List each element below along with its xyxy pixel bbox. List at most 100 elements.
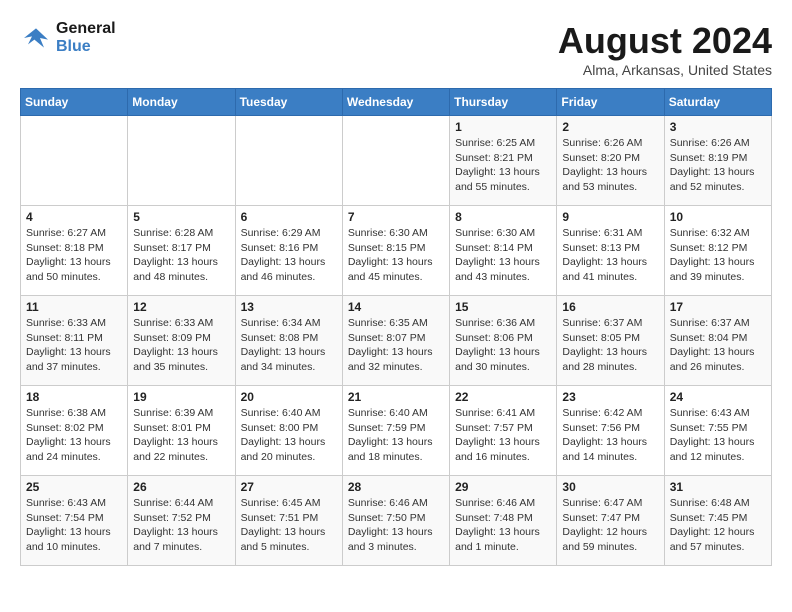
day-number: 17 [670, 300, 766, 314]
calendar-cell: 27 Sunrise: 6:45 AM Sunset: 7:51 PM Dayli… [235, 476, 342, 566]
day-info: Sunrise: 6:40 AM Sunset: 8:00 PM Dayligh… [241, 406, 337, 465]
day-info: Sunrise: 6:30 AM Sunset: 8:14 PM Dayligh… [455, 226, 551, 285]
logo-text: General Blue [56, 20, 116, 55]
calendar-cell: 11 Sunrise: 6:33 AM Sunset: 8:11 PM Dayli… [21, 296, 128, 386]
day-number: 4 [26, 210, 122, 224]
sub-title: Alma, Arkansas, United States [558, 62, 772, 78]
day-number: 9 [562, 210, 658, 224]
calendar-cell: 4Sunrise: 6:27 AM Sunset: 8:18 PM Daylig… [21, 206, 128, 296]
day-header-friday: Friday [557, 89, 664, 116]
main-title: August 2024 [558, 20, 772, 62]
day-number: 16 [562, 300, 658, 314]
day-number: 1 [455, 120, 551, 134]
day-info: Sunrise: 6:43 AM Sunset: 7:54 PM Dayligh… [26, 496, 122, 555]
day-info: Sunrise: 6:26 AM Sunset: 8:19 PM Dayligh… [670, 136, 766, 195]
calendar-cell: 22Sunrise: 6:41 AM Sunset: 7:57 PM Dayli… [450, 386, 557, 476]
day-number: 3 [670, 120, 766, 134]
day-info: Sunrise: 6:35 AM Sunset: 8:07 PM Dayligh… [348, 316, 444, 375]
day-info: Sunrise: 6:41 AM Sunset: 7:57 PM Dayligh… [455, 406, 551, 465]
day-number: 27 [241, 480, 337, 494]
calendar-cell: 10 Sunrise: 6:32 AM Sunset: 8:12 PM Dayli… [664, 206, 771, 296]
calendar-cell: 12Sunrise: 6:33 AM Sunset: 8:09 PM Dayli… [128, 296, 235, 386]
day-info: Sunrise: 6:46 AM Sunset: 7:48 PM Dayligh… [455, 496, 551, 555]
day-info: Sunrise: 6:37 AM Sunset: 8:04 PM Dayligh… [670, 316, 766, 375]
calendar-cell: 28Sunrise: 6:46 AM Sunset: 7:50 PM Dayli… [342, 476, 449, 566]
day-number: 21 [348, 390, 444, 404]
calendar-cell: 17 Sunrise: 6:37 AM Sunset: 8:04 PM Dayli… [664, 296, 771, 386]
calendar-cell [235, 116, 342, 206]
calendar-cell: 26 Sunrise: 6:44 AM Sunset: 7:52 PM Dayli… [128, 476, 235, 566]
calendar-cell: 5 Sunrise: 6:28 AM Sunset: 8:17 PM Daylig… [128, 206, 235, 296]
day-info: Sunrise: 6:34 AM Sunset: 8:08 PM Dayligh… [241, 316, 337, 375]
day-info: Sunrise: 6:42 AM Sunset: 7:56 PM Dayligh… [562, 406, 658, 465]
day-info: Sunrise: 6:33 AM Sunset: 8:11 PM Dayligh… [26, 316, 122, 375]
calendar-cell [21, 116, 128, 206]
calendar-header: SundayMondayTuesdayWednesdayThursdayFrid… [21, 89, 772, 116]
day-info: Sunrise: 6:32 AM Sunset: 8:12 PM Dayligh… [670, 226, 766, 285]
day-info: Sunrise: 6:40 AM Sunset: 7:59 PM Dayligh… [348, 406, 444, 465]
day-header-sunday: Sunday [21, 89, 128, 116]
day-number: 18 [26, 390, 122, 404]
calendar-cell: 23Sunrise: 6:42 AM Sunset: 7:56 PM Dayli… [557, 386, 664, 476]
calendar-cell: 25 Sunrise: 6:43 AM Sunset: 7:54 PM Dayli… [21, 476, 128, 566]
day-info: Sunrise: 6:47 AM Sunset: 7:47 PM Dayligh… [562, 496, 658, 555]
week-row-2: 4Sunrise: 6:27 AM Sunset: 8:18 PM Daylig… [21, 206, 772, 296]
day-number: 13 [241, 300, 337, 314]
calendar-cell: 29Sunrise: 6:46 AM Sunset: 7:48 PM Dayli… [450, 476, 557, 566]
calendar-cell: 13 Sunrise: 6:34 AM Sunset: 8:08 PM Dayli… [235, 296, 342, 386]
day-header-saturday: Saturday [664, 89, 771, 116]
day-number: 20 [241, 390, 337, 404]
day-info: Sunrise: 6:43 AM Sunset: 7:55 PM Dayligh… [670, 406, 766, 465]
page-header: General Blue August 2024 Alma, Arkansas,… [20, 20, 772, 78]
calendar-cell [128, 116, 235, 206]
day-info: Sunrise: 6:31 AM Sunset: 8:13 PM Dayligh… [562, 226, 658, 285]
day-info: Sunrise: 6:44 AM Sunset: 7:52 PM Dayligh… [133, 496, 229, 555]
day-number: 25 [26, 480, 122, 494]
week-row-4: 18 Sunrise: 6:38 AM Sunset: 8:02 PM Dayli… [21, 386, 772, 476]
calendar-cell: 21 Sunrise: 6:40 AM Sunset: 7:59 PM Dayli… [342, 386, 449, 476]
week-row-1: 1 Sunrise: 6:25 AM Sunset: 8:21 PM Daylig… [21, 116, 772, 206]
calendar-cell: 2Sunrise: 6:26 AM Sunset: 8:20 PM Daylig… [557, 116, 664, 206]
day-number: 26 [133, 480, 229, 494]
day-number: 8 [455, 210, 551, 224]
calendar-cell: 14 Sunrise: 6:35 AM Sunset: 8:07 PM Dayli… [342, 296, 449, 386]
week-row-3: 11 Sunrise: 6:33 AM Sunset: 8:11 PM Dayli… [21, 296, 772, 386]
day-header-monday: Monday [128, 89, 235, 116]
day-number: 7 [348, 210, 444, 224]
day-info: Sunrise: 6:38 AM Sunset: 8:02 PM Dayligh… [26, 406, 122, 465]
calendar-cell [342, 116, 449, 206]
day-headers-row: SundayMondayTuesdayWednesdayThursdayFrid… [21, 89, 772, 116]
calendar-cell: 8 Sunrise: 6:30 AM Sunset: 8:14 PM Daylig… [450, 206, 557, 296]
calendar-body: 1 Sunrise: 6:25 AM Sunset: 8:21 PM Daylig… [21, 116, 772, 566]
calendar-cell: 31Sunrise: 6:48 AM Sunset: 7:45 PM Dayli… [664, 476, 771, 566]
day-number: 10 [670, 210, 766, 224]
day-info: Sunrise: 6:45 AM Sunset: 7:51 PM Dayligh… [241, 496, 337, 555]
day-info: Sunrise: 6:29 AM Sunset: 8:16 PM Dayligh… [241, 226, 337, 285]
calendar-cell: 20 Sunrise: 6:40 AM Sunset: 8:00 PM Dayli… [235, 386, 342, 476]
calendar-cell: 9 Sunrise: 6:31 AM Sunset: 8:13 PM Daylig… [557, 206, 664, 296]
day-header-wednesday: Wednesday [342, 89, 449, 116]
day-info: Sunrise: 6:28 AM Sunset: 8:17 PM Dayligh… [133, 226, 229, 285]
day-header-thursday: Thursday [450, 89, 557, 116]
calendar-cell: 3 Sunrise: 6:26 AM Sunset: 8:19 PM Daylig… [664, 116, 771, 206]
calendar-cell: 30 Sunrise: 6:47 AM Sunset: 7:47 PM Dayli… [557, 476, 664, 566]
calendar-table: SundayMondayTuesdayWednesdayThursdayFrid… [20, 88, 772, 566]
day-info: Sunrise: 6:25 AM Sunset: 8:21 PM Dayligh… [455, 136, 551, 195]
day-number: 11 [26, 300, 122, 314]
calendar-cell: 16Sunrise: 6:37 AM Sunset: 8:05 PM Dayli… [557, 296, 664, 386]
day-info: Sunrise: 6:33 AM Sunset: 8:09 PM Dayligh… [133, 316, 229, 375]
day-number: 19 [133, 390, 229, 404]
day-header-tuesday: Tuesday [235, 89, 342, 116]
day-number: 30 [562, 480, 658, 494]
day-info: Sunrise: 6:30 AM Sunset: 8:15 PM Dayligh… [348, 226, 444, 285]
day-info: Sunrise: 6:39 AM Sunset: 8:01 PM Dayligh… [133, 406, 229, 465]
day-number: 31 [670, 480, 766, 494]
week-row-5: 25 Sunrise: 6:43 AM Sunset: 7:54 PM Dayli… [21, 476, 772, 566]
logo-icon [20, 22, 52, 54]
calendar-cell: 6Sunrise: 6:29 AM Sunset: 8:16 PM Daylig… [235, 206, 342, 296]
title-block: August 2024 Alma, Arkansas, United State… [558, 20, 772, 78]
calendar-cell: 18 Sunrise: 6:38 AM Sunset: 8:02 PM Dayli… [21, 386, 128, 476]
day-number: 5 [133, 210, 229, 224]
day-number: 2 [562, 120, 658, 134]
day-number: 14 [348, 300, 444, 314]
